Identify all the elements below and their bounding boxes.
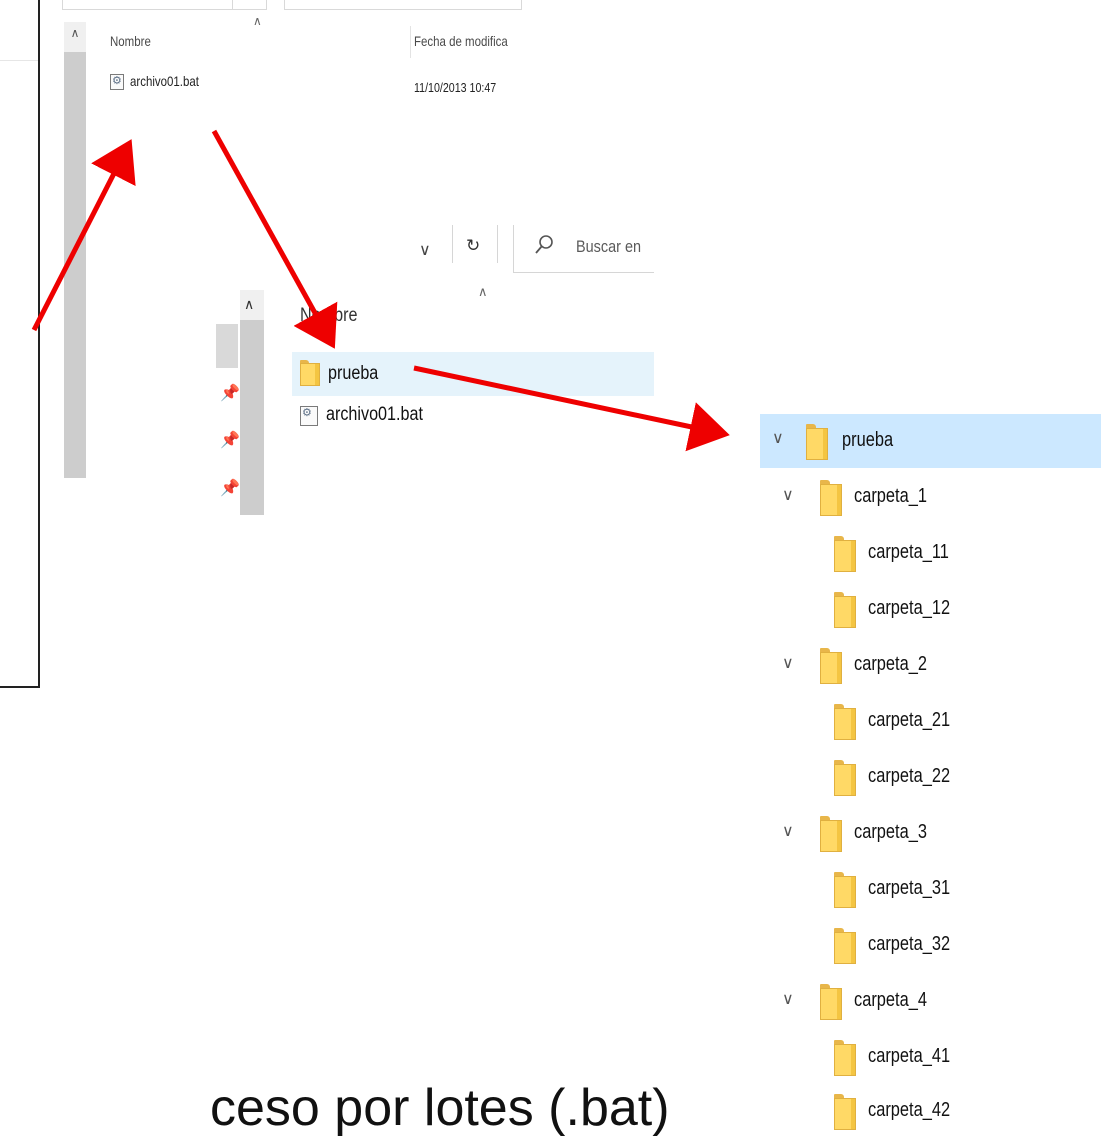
red-arrow (31, 139, 136, 332)
red-arrow (413, 365, 730, 452)
annotation-arrows (31, 129, 730, 452)
red-arrow (211, 129, 338, 349)
